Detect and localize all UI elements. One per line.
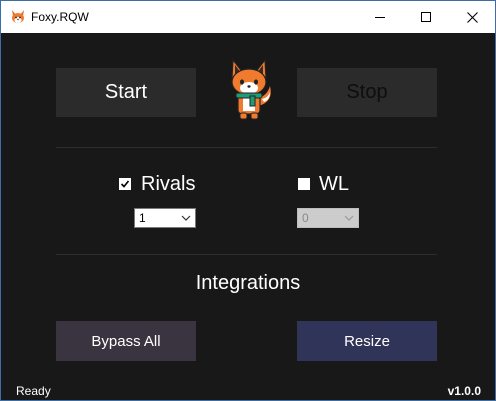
chevron-down-icon (344, 215, 354, 221)
integrations-heading: Integrations (195, 272, 301, 294)
maximize-button[interactable] (403, 1, 449, 33)
close-icon (466, 11, 478, 23)
maximize-icon (421, 12, 431, 22)
minimize-icon (375, 16, 385, 18)
version-label: v1.0.0 (447, 384, 481, 398)
rivals-checkbox[interactable] (119, 178, 131, 190)
fox-mascot-icon (231, 58, 271, 120)
rivals-select[interactable]: 1 (134, 208, 196, 228)
status-text: Ready (16, 384, 51, 398)
wl-select-value: 0 (302, 211, 309, 225)
window-title: Foxy.RQW (31, 10, 89, 24)
chevron-down-icon (181, 215, 191, 221)
wl-checkbox[interactable] (298, 178, 310, 190)
title-bar[interactable]: Foxy.RQW (1, 1, 495, 33)
stop-button[interactable]: Stop (297, 68, 437, 117)
app-window: Foxy.RQW Start Stop Rivals WL 1 0 Integr… (0, 0, 496, 401)
minimize-button[interactable] (357, 1, 403, 33)
divider (56, 147, 437, 148)
wl-label[interactable]: WL (319, 173, 349, 195)
bypass-all-button[interactable]: Bypass All (56, 321, 196, 361)
close-button[interactable] (449, 1, 495, 33)
rivals-select-value: 1 (139, 211, 146, 225)
divider (56, 254, 437, 255)
wl-select[interactable]: 0 (297, 208, 359, 228)
start-button[interactable]: Start (56, 68, 196, 117)
resize-button[interactable]: Resize (297, 321, 437, 361)
rivals-label[interactable]: Rivals (141, 173, 195, 195)
fox-icon (12, 10, 24, 23)
checkmark-icon (120, 180, 130, 188)
